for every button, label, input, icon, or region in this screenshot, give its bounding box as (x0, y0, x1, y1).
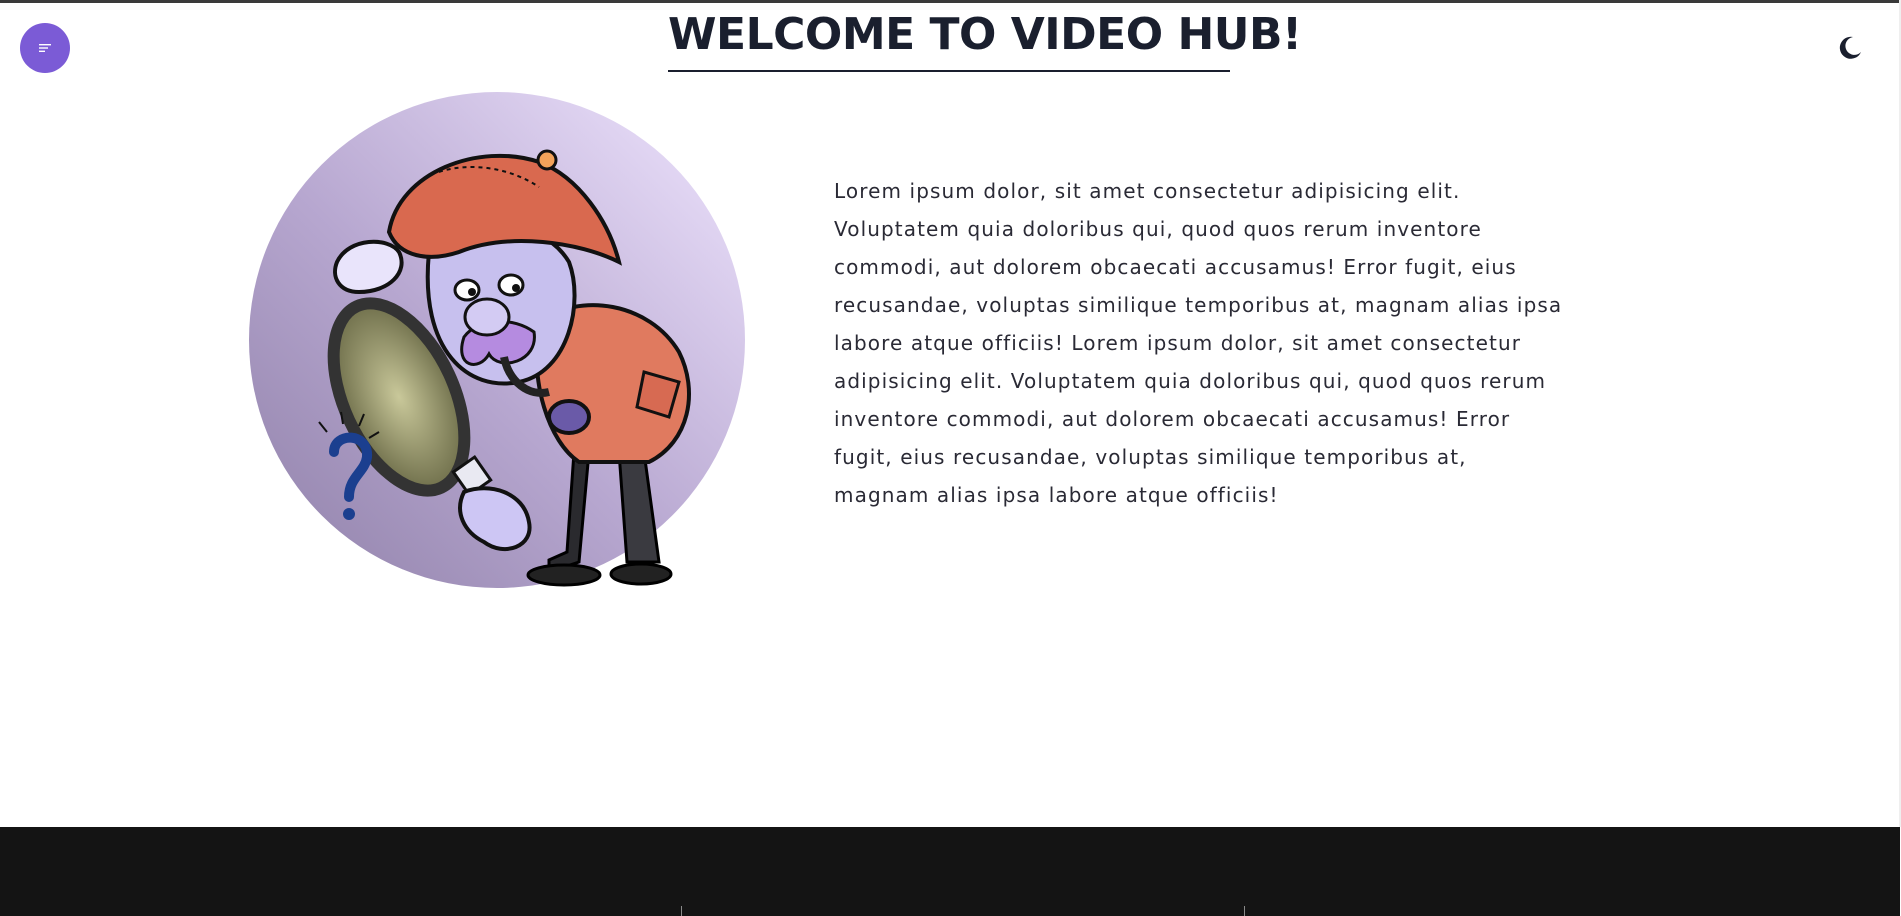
moon-icon (1839, 36, 1861, 59)
detective-illustration (249, 92, 745, 597)
footer-divider (681, 906, 682, 916)
footer-divider (1244, 906, 1245, 916)
hamburger-lines-icon (39, 44, 51, 52)
menu-button[interactable] (20, 23, 70, 73)
page-title: WELCOME TO VIDEO HUB! (668, 8, 1302, 72)
hero-paragraph: Lorem ipsum dolor, sit amet consectetur … (834, 179, 1563, 507)
footer (0, 827, 1900, 916)
top-border (0, 0, 1901, 3)
theme-toggle[interactable] (1836, 33, 1864, 61)
